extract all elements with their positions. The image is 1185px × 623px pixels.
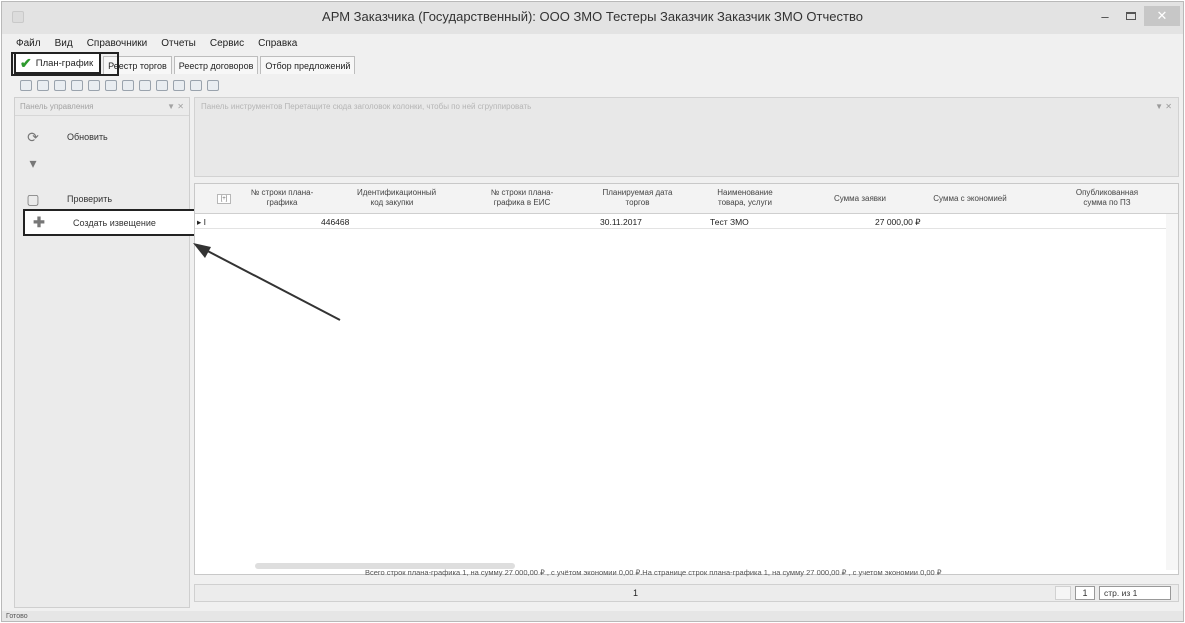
column-header[interactable]: № строки плана-графика в ЕИС xyxy=(487,188,557,208)
filter-add-icon[interactable] xyxy=(54,79,66,91)
page-input[interactable]: 1 xyxy=(1075,586,1095,600)
check-button[interactable]: ▢ Проверить xyxy=(19,188,186,210)
refresh-button[interactable]: ⟳ Обновить xyxy=(19,126,186,148)
pager: 1 1 стр. из 1 xyxy=(194,584,1179,602)
columns-icon[interactable] xyxy=(139,79,151,91)
menu-service[interactable]: Сервис xyxy=(210,38,244,49)
minimize-button[interactable]: – xyxy=(1092,6,1118,26)
plan-schedule-grid: [+] № строки плана-графика Идентификацио… xyxy=(194,183,1179,577)
tab-label: Реестр торгов xyxy=(108,60,167,71)
cell-amount: 27 000,00 ₽ xyxy=(875,217,921,227)
settings-icon[interactable] xyxy=(88,79,100,91)
window-title: АРМ Заказчика (Государственный): ООО ЗМО… xyxy=(322,9,863,24)
column-header[interactable]: Идентификационный код закупки xyxy=(357,188,436,208)
vertical-scrollbar[interactable] xyxy=(1166,214,1178,570)
expand-icon[interactable] xyxy=(156,79,168,91)
page-count: стр. из 1 xyxy=(1099,586,1171,600)
refresh-label: Обновить xyxy=(67,132,108,142)
tab-contracts-registry[interactable]: Реестр договоров xyxy=(173,56,259,74)
pager-prev-button[interactable] xyxy=(1055,586,1071,600)
panel-close-icon[interactable]: ▼ ✕ xyxy=(1155,102,1172,111)
menu-view[interactable]: Вид xyxy=(55,38,73,49)
column-header[interactable]: Планируемая дата торгов xyxy=(600,188,675,208)
control-panel-title: Панель управления xyxy=(20,102,94,111)
maximize-button[interactable] xyxy=(1118,6,1144,26)
page-number[interactable]: 1 xyxy=(633,588,638,598)
status-bar: Готово xyxy=(2,611,1183,621)
column-header[interactable]: Наименование товара, услуги xyxy=(710,188,780,208)
menu-reports[interactable]: Отчеты xyxy=(161,38,196,49)
column-header[interactable]: Опубликованная сумма по ПЗ xyxy=(1067,188,1147,208)
maximize-icon xyxy=(1126,12,1136,20)
plus-icon: ✚ xyxy=(33,214,45,230)
menu-help[interactable]: Справка xyxy=(258,38,297,49)
check-label: Проверить xyxy=(67,194,113,204)
filter-button[interactable]: ▾ xyxy=(19,152,186,174)
title-bar: АРМ Заказчика (Государственный): ООО ЗМО… xyxy=(2,2,1183,34)
check-doc-icon: ▢ xyxy=(26,190,40,207)
create-notice-button[interactable]: ✚ Создать извещение xyxy=(23,209,200,236)
column-header[interactable]: № строки плана-графика xyxy=(247,188,317,208)
filter-icon: ▾ xyxy=(29,154,37,171)
tab-bar: ✔ План-график Реестр торгов Реестр догов… xyxy=(14,52,357,74)
print-icon[interactable] xyxy=(37,79,49,91)
grid-header: [+] № строки плана-графика Идентификацио… xyxy=(195,184,1178,214)
cell-line-no: 446468 xyxy=(321,217,350,227)
column-header[interactable]: Сумма заявки xyxy=(825,194,895,204)
grid-totals: Всего строк плана-графика 1, на сумму 27… xyxy=(365,568,942,577)
app-window: АРМ Заказчика (Государственный): ООО ЗМО… xyxy=(1,1,1184,622)
toolbar xyxy=(20,78,219,92)
zoom-icon[interactable] xyxy=(190,79,202,91)
menu-file[interactable]: Файл xyxy=(16,38,41,49)
group-by-hint: Панель инструментов Перетащите сюда заго… xyxy=(201,102,532,111)
check-icon: ✔ xyxy=(20,55,32,71)
tab-offers-selection[interactable]: Отбор предложений xyxy=(260,56,356,74)
collapse-icon[interactable] xyxy=(173,79,185,91)
close-button[interactable]: ✕ xyxy=(1144,6,1180,26)
refresh-icon: ⟳ xyxy=(27,128,39,145)
tab-plan-schedule[interactable]: ✔ План-график xyxy=(14,52,102,74)
table-row[interactable]: ▸ I 446468 30.11.2017 Тест ЗМО 27 000,00… xyxy=(195,215,1178,229)
menu-reference[interactable]: Справочники xyxy=(87,38,148,49)
export-icon[interactable] xyxy=(105,79,117,91)
search-icon[interactable] xyxy=(20,79,32,91)
cell-name: Тест ЗМО xyxy=(710,217,749,227)
filter-remove-icon[interactable] xyxy=(71,79,83,91)
tab-label: Отбор предложений xyxy=(265,60,351,71)
column-chooser-button[interactable]: [+] xyxy=(217,194,231,204)
column-header[interactable]: Сумма с экономией xyxy=(930,194,1010,204)
report-icon[interactable] xyxy=(207,79,219,91)
group-by-panel: Панель инструментов Перетащите сюда заго… xyxy=(194,97,1179,177)
row-marker: ▸ I xyxy=(197,217,206,227)
tab-tenders-registry[interactable]: Реестр торгов xyxy=(103,56,172,74)
control-panel-header: Панель управления ▼ ✕ xyxy=(15,98,189,116)
cell-planned-date: 30.11.2017 xyxy=(600,217,642,227)
tab-label: Реестр договоров xyxy=(178,60,254,71)
table-icon[interactable] xyxy=(122,79,134,91)
create-notice-label: Создать извещение xyxy=(73,217,156,228)
tab-label: План-график xyxy=(35,57,94,69)
panel-pin-close-icon[interactable]: ▼ ✕ xyxy=(167,102,184,111)
menu-bar: Файл Вид Справочники Отчеты Сервис Справ… xyxy=(2,34,1183,52)
control-panel: Панель управления ▼ ✕ ⟳ Обновить ▾ ▢ Про… xyxy=(14,97,200,608)
